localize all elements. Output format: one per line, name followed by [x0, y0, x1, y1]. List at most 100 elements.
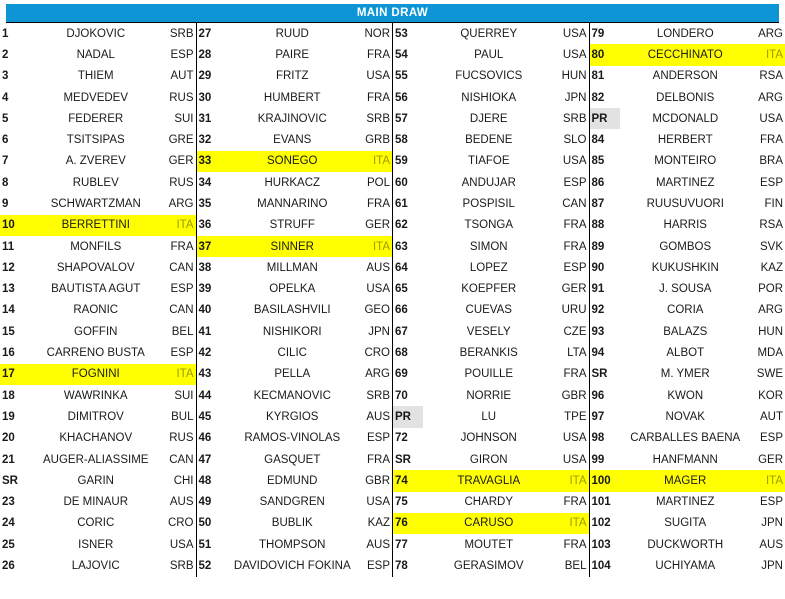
table-row[interactable]: 85MONTEIROBRA — [590, 151, 785, 172]
player-name[interactable]: AUGER-ALIASSIME — [30, 449, 162, 470]
player-name[interactable]: SIMON — [423, 236, 555, 257]
player-name[interactable]: POUILLE — [423, 364, 555, 385]
player-name[interactable]: A. ZVEREV — [30, 151, 162, 172]
player-name[interactable]: MOUTET — [423, 534, 555, 555]
table-row[interactable]: 44KECMANOVICSRB — [197, 385, 393, 406]
table-row[interactable]: 68BERANKISLTA — [393, 342, 589, 363]
table-row[interactable]: 27RUUDNOR — [197, 23, 393, 44]
player-name[interactable]: CUEVAS — [423, 300, 555, 321]
table-row[interactable]: 2NADALESP — [0, 44, 196, 65]
player-name[interactable]: BERRETTINI — [30, 215, 162, 236]
player-name[interactable]: RUUD — [227, 23, 359, 44]
player-name[interactable]: MONTEIRO — [620, 151, 752, 172]
table-row[interactable]: 59TIAFOEUSA — [393, 151, 589, 172]
player-name[interactable]: SCHWARTZMAN — [30, 193, 162, 214]
table-row[interactable]: 89GOMBOSSVK — [590, 236, 785, 257]
player-name[interactable]: RUUSUVUORI — [620, 193, 752, 214]
player-name[interactable]: HURKACZ — [227, 172, 359, 193]
player-name[interactable]: DELBONIS — [620, 87, 752, 108]
table-row[interactable]: 24CORICCRO — [0, 513, 196, 534]
player-name[interactable]: FOGNINI — [30, 364, 162, 385]
table-row[interactable]: 26LAJOVICSRB — [0, 555, 196, 576]
table-row[interactable]: 34HURKACZPOL — [197, 172, 393, 193]
table-row[interactable]: 15GOFFINBEL — [0, 321, 196, 342]
table-row[interactable]: 64LOPEZESP — [393, 257, 589, 278]
player-name[interactable]: SUGITA — [620, 513, 752, 534]
table-row[interactable]: 81ANDERSONRSA — [590, 66, 785, 87]
player-name[interactable]: FUCSOVICS — [423, 66, 555, 87]
player-name[interactable]: DUCKWORTH — [620, 534, 752, 555]
player-name[interactable]: WAWRINKA — [30, 385, 162, 406]
player-name[interactable]: KOEPFER — [423, 279, 555, 300]
player-name[interactable]: LAJOVIC — [30, 555, 162, 576]
player-name[interactable]: KHACHANOV — [30, 428, 162, 449]
table-row[interactable]: 41NISHIKORIJPN — [197, 321, 393, 342]
player-name[interactable]: VESELY — [423, 321, 555, 342]
player-name[interactable]: LONDERO — [620, 23, 752, 44]
player-name[interactable]: MANNARINO — [227, 193, 359, 214]
player-name[interactable]: RAMOS-VINOLAS — [227, 428, 359, 449]
table-row[interactable]: 60ANDUJARESP — [393, 172, 589, 193]
table-row[interactable]: 28PAIREFRA — [197, 44, 393, 65]
player-name[interactable]: TRAVAGLIA — [423, 470, 555, 491]
table-row[interactable]: 33SONEGOITA — [197, 151, 393, 172]
table-row[interactable]: 35MANNARINOFRA — [197, 193, 393, 214]
table-row[interactable]: 75CHARDYFRA — [393, 492, 589, 513]
table-row[interactable]: 13BAUTISTA AGUTESP — [0, 279, 196, 300]
player-name[interactable]: NISHIOKA — [423, 87, 555, 108]
player-name[interactable]: SINNER — [227, 236, 359, 257]
table-row[interactable]: 62TSONGAFRA — [393, 215, 589, 236]
player-name[interactable]: MILLMAN — [227, 257, 359, 278]
player-name[interactable]: DE MINAUR — [30, 492, 162, 513]
player-name[interactable]: FRITZ — [227, 66, 359, 87]
player-name[interactable]: TIAFOE — [423, 151, 555, 172]
table-row[interactable]: 10BERRETTINIITA — [0, 215, 196, 236]
table-row[interactable]: 20KHACHANOVRUS — [0, 428, 196, 449]
table-row[interactable]: 104UCHIYAMAJPN — [590, 555, 785, 576]
table-row[interactable]: 90KUKUSHKINKAZ — [590, 257, 785, 278]
player-name[interactable]: BUBLIK — [227, 513, 359, 534]
player-name[interactable]: GOMBOS — [620, 236, 752, 257]
table-row[interactable]: 72JOHNSONUSA — [393, 428, 589, 449]
player-name[interactable]: PAUL — [423, 44, 555, 65]
table-row[interactable]: 4MEDVEDEVRUS — [0, 87, 196, 108]
player-name[interactable]: NADAL — [30, 44, 162, 65]
player-name[interactable]: TSITSIPAS — [30, 129, 162, 150]
player-name[interactable]: THOMPSON — [227, 534, 359, 555]
table-row[interactable]: 88HARRISRSA — [590, 215, 785, 236]
player-name[interactable]: ISNER — [30, 534, 162, 555]
player-name[interactable]: JOHNSON — [423, 428, 555, 449]
table-row[interactable]: 39OPELKAUSA — [197, 279, 393, 300]
table-row[interactable]: 9SCHWARTZMANARG — [0, 193, 196, 214]
table-row[interactable]: 97NOVAKAUT — [590, 406, 785, 427]
table-row[interactable]: 98CARBALLES BAENAESP — [590, 428, 785, 449]
table-row[interactable]: 38MILLMANAUS — [197, 257, 393, 278]
table-row[interactable]: 54PAULUSA — [393, 44, 589, 65]
table-row[interactable]: 37SINNERITA — [197, 236, 393, 257]
table-row[interactable]: 5FEDERERSUI — [0, 108, 196, 129]
table-row[interactable]: 43PELLAARG — [197, 364, 393, 385]
player-name[interactable]: THIEM — [30, 66, 162, 87]
player-name[interactable]: GARIN — [30, 470, 162, 491]
player-name[interactable]: HUMBERT — [227, 87, 359, 108]
table-row[interactable]: 74TRAVAGLIAITA — [393, 470, 589, 491]
table-row[interactable]: 76CARUSOITA — [393, 513, 589, 534]
table-row[interactable]: 1DJOKOVICSRB — [0, 23, 196, 44]
player-name[interactable]: LU — [423, 406, 555, 427]
table-row[interactable]: 23DE MINAURAUS — [0, 492, 196, 513]
table-row[interactable]: 32EVANSGRB — [197, 129, 393, 150]
table-row[interactable]: 66CUEVASURU — [393, 300, 589, 321]
player-name[interactable]: HANFMANN — [620, 449, 752, 470]
player-name[interactable]: BAUTISTA AGUT — [30, 279, 162, 300]
table-row[interactable]: 79LONDEROARG — [590, 23, 785, 44]
table-row[interactable]: PRLUTPE — [393, 406, 589, 427]
player-name[interactable]: MEDVEDEV — [30, 87, 162, 108]
table-row[interactable]: 96KWONKOR — [590, 385, 785, 406]
player-name[interactable]: DJOKOVIC — [30, 23, 162, 44]
table-row[interactable]: 47GASQUETFRA — [197, 449, 393, 470]
table-row[interactable]: 87RUUSUVUORIFIN — [590, 193, 785, 214]
player-name[interactable]: EVANS — [227, 129, 359, 150]
player-name[interactable]: GERASIMOV — [423, 555, 555, 576]
player-name[interactable]: EDMUND — [227, 470, 359, 491]
table-row[interactable]: 57DJERESRB — [393, 108, 589, 129]
